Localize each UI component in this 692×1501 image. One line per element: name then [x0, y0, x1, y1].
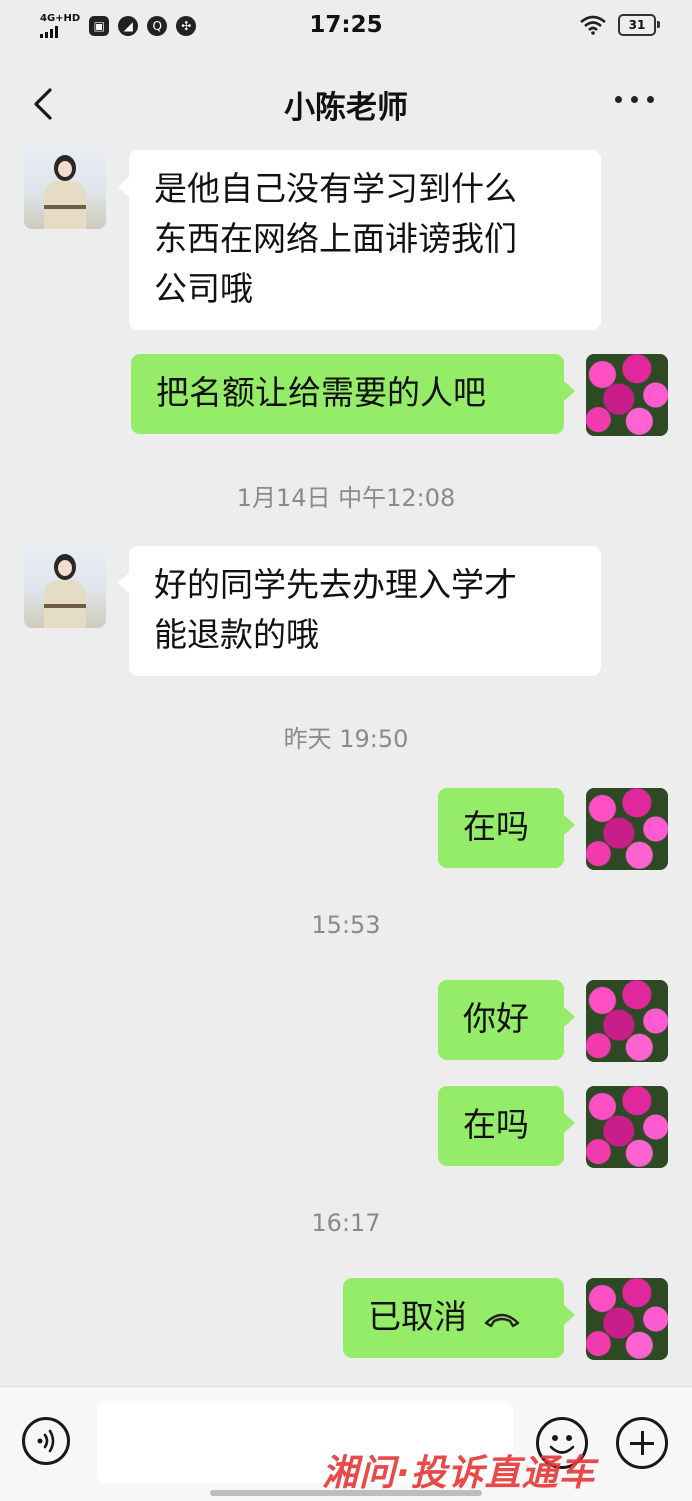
wifi-icon — [580, 15, 606, 35]
status-right-icons: 31 — [580, 14, 660, 36]
call-record-bubble[interactable]: 已取消 — [343, 1278, 575, 1358]
message-bubble-incoming[interactable]: 好的同学先去办理入学才 能退款的哦 — [118, 546, 601, 676]
message-timestamp: 1月14日 中午12:08 — [236, 484, 456, 512]
my-avatar[interactable] — [586, 354, 668, 436]
my-avatar[interactable] — [586, 1086, 668, 1168]
my-avatar[interactable] — [586, 788, 668, 870]
more-dots-icon[interactable] — [615, 96, 654, 103]
contact-avatar[interactable] — [24, 147, 106, 229]
my-avatar[interactable] — [586, 1278, 668, 1360]
watermark-logo: 湘问·投诉直通车 — [322, 1453, 596, 1494]
message-text: 已取消 — [368, 1297, 467, 1336]
contact-avatar[interactable] — [24, 546, 106, 628]
message-timestamp: 16:17 — [311, 1209, 381, 1237]
message-text: 在吗 — [463, 1105, 529, 1144]
home-indicator[interactable] — [210, 1490, 482, 1496]
chat-title: 小陈老师 — [284, 90, 408, 126]
message-bubble-outgoing[interactable]: 把名额让给需要的人吧 — [131, 354, 575, 434]
message-text-line: 能退款的哦 — [154, 615, 319, 654]
message-text-line: 东西在网络上面诽谤我们 — [154, 219, 517, 258]
message-timestamp: 15:53 — [311, 911, 381, 939]
message-timestamp: 昨天 19:50 — [283, 725, 409, 753]
message-bubble-outgoing[interactable]: 在吗 — [438, 1086, 575, 1166]
message-text-line: 公司哦 — [154, 269, 253, 308]
message-bubble-outgoing[interactable]: 在吗 — [438, 788, 575, 868]
battery-icon: 31 — [618, 14, 660, 36]
message-text: 你好 — [463, 999, 529, 1038]
status-bar: 4G+HD ▣ ◢ Q ✣ 17:25 31 — [0, 0, 692, 52]
plus-icon[interactable] — [616, 1417, 668, 1469]
battery-level: 31 — [628, 18, 646, 32]
voice-icon[interactable] — [22, 1417, 70, 1465]
message-text-line: 是他自己没有学习到什么 — [154, 169, 517, 208]
phone-hangup-icon — [484, 1313, 520, 1327]
message-text: 把名额让给需要的人吧 — [156, 373, 486, 412]
message-bubble-outgoing[interactable]: 你好 — [438, 980, 575, 1060]
message-bubble-incoming[interactable]: 是他自己没有学习到什么 东西在网络上面诽谤我们 公司哦 — [118, 150, 601, 330]
message-text: 在吗 — [463, 807, 529, 846]
my-avatar[interactable] — [586, 980, 668, 1062]
message-text-line: 好的同学先去办理入学才 — [154, 565, 517, 604]
chat-header: 小陈老师 — [0, 52, 692, 152]
